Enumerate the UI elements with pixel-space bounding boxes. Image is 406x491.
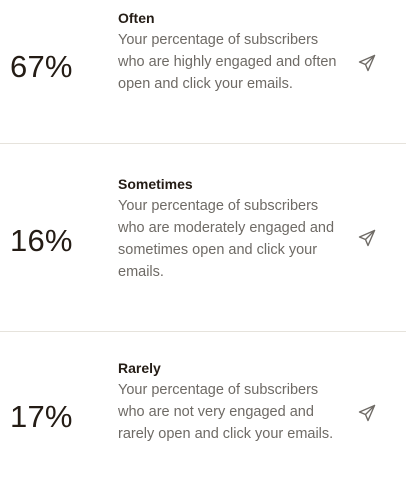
engagement-list: 67% Often Your percentage of subscribers… <box>0 0 406 491</box>
engagement-label: Rarely <box>118 360 161 376</box>
engagement-percent: 67% <box>10 49 73 84</box>
engagement-percent: 17% <box>10 399 73 434</box>
engagement-row-sometimes: 16% Sometimes Your percentage of subscri… <box>0 144 406 331</box>
engagement-row-often: 67% Often Your percentage of subscribers… <box>0 0 406 143</box>
engagement-label: Often <box>118 10 155 26</box>
send-icon[interactable] <box>357 403 377 423</box>
engagement-description: Your percentage of subscribers who are m… <box>118 198 335 280</box>
engagement-description: Your percentage of subscribers who are h… <box>118 32 337 92</box>
engagement-label: Sometimes <box>118 176 193 192</box>
engagement-text: Often Your percentage of subscribers who… <box>118 9 343 95</box>
engagement-percent: 16% <box>10 223 73 258</box>
engagement-text: Sometimes Your percentage of subscribers… <box>118 175 343 283</box>
engagement-row-rarely: 17% Rarely Your percentage of subscriber… <box>0 332 406 491</box>
engagement-description: Your percentage of subscribers who are n… <box>118 382 334 442</box>
engagement-text: Rarely Your percentage of subscribers wh… <box>118 359 343 445</box>
send-icon[interactable] <box>357 228 377 248</box>
send-icon[interactable] <box>357 53 377 73</box>
